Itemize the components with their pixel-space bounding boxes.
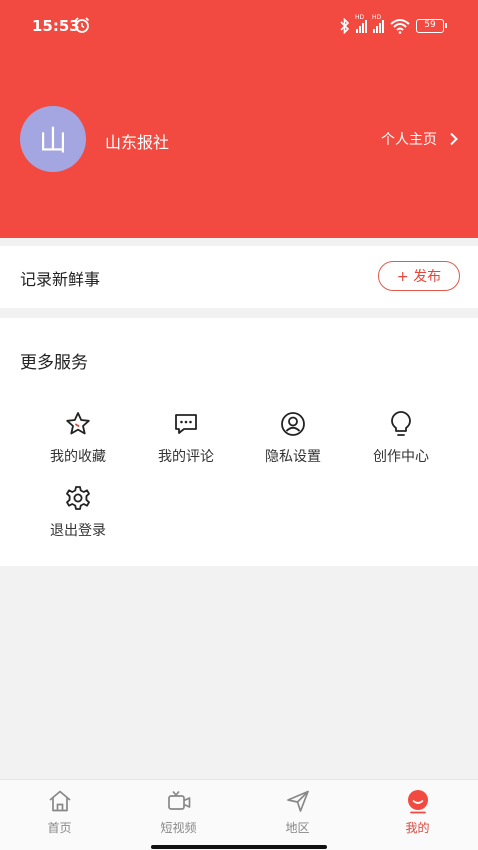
battery-icon: 59: [416, 19, 447, 33]
service-favorites[interactable]: 我的收藏: [28, 410, 128, 466]
bluetooth-icon: [340, 18, 350, 34]
tab-label: 我的: [405, 821, 430, 835]
tab-short-video[interactable]: 短视频: [119, 788, 238, 836]
profile-header: 15:53 HD HD 59 山 山东报社 个人主页: [0, 0, 478, 238]
alarm-icon: [74, 17, 90, 33]
home-icon: [48, 790, 71, 812]
status-bar: 15:53 HD HD 59: [0, 0, 478, 52]
publish-button[interactable]: + 发布: [378, 261, 460, 291]
chevron-right-icon: [450, 132, 458, 146]
wifi-icon: [390, 19, 410, 34]
service-label: 我的收藏: [50, 449, 106, 465]
tab-label: 地区: [285, 821, 310, 835]
privacy-icon: [281, 412, 305, 436]
avatar[interactable]: 山: [20, 106, 86, 172]
signal-icon: HD: [355, 14, 367, 33]
comment-icon: [175, 414, 197, 434]
homepage-link-label: 个人主页: [381, 132, 437, 148]
star-icon: [66, 412, 90, 435]
me-icon: [407, 790, 428, 814]
service-label: 创作中心: [373, 449, 429, 465]
service-logout[interactable]: 退出登录: [28, 484, 128, 540]
service-label: 退出登录: [50, 523, 106, 539]
username: 山东报社: [105, 133, 170, 152]
video-icon: [167, 790, 190, 810]
services-panel: 更多服务 我的收藏 我的评论 隐私设置 创作中心 退出登录: [0, 318, 478, 566]
tab-label: 首页: [47, 821, 72, 835]
signal-icon: HD: [372, 14, 384, 33]
home-indicator[interactable]: [151, 845, 327, 849]
tab-me[interactable]: 我的: [358, 788, 477, 836]
record-label: 记录新鲜事: [20, 270, 101, 289]
service-label: 隐私设置: [265, 449, 321, 465]
tab-label: 短视频: [160, 821, 197, 835]
service-creator-center[interactable]: 创作中心: [351, 410, 451, 466]
service-comments[interactable]: 我的评论: [136, 410, 236, 466]
status-indicators: HD HD 59: [340, 14, 447, 36]
service-label: 我的评论: [158, 449, 214, 465]
record-bar: 记录新鲜事 + 发布: [0, 246, 478, 308]
bottom-tab-bar: 首页 短视频 地区 我的: [0, 779, 478, 850]
bulb-icon: [391, 411, 411, 436]
services-title: 更多服务: [20, 353, 88, 373]
service-privacy[interactable]: 隐私设置: [243, 410, 343, 466]
tab-home[interactable]: 首页: [0, 788, 119, 836]
tab-region[interactable]: 地区: [238, 788, 357, 836]
gear-icon: [66, 486, 90, 510]
homepage-link[interactable]: 个人主页: [381, 129, 458, 149]
send-icon: [286, 790, 309, 812]
